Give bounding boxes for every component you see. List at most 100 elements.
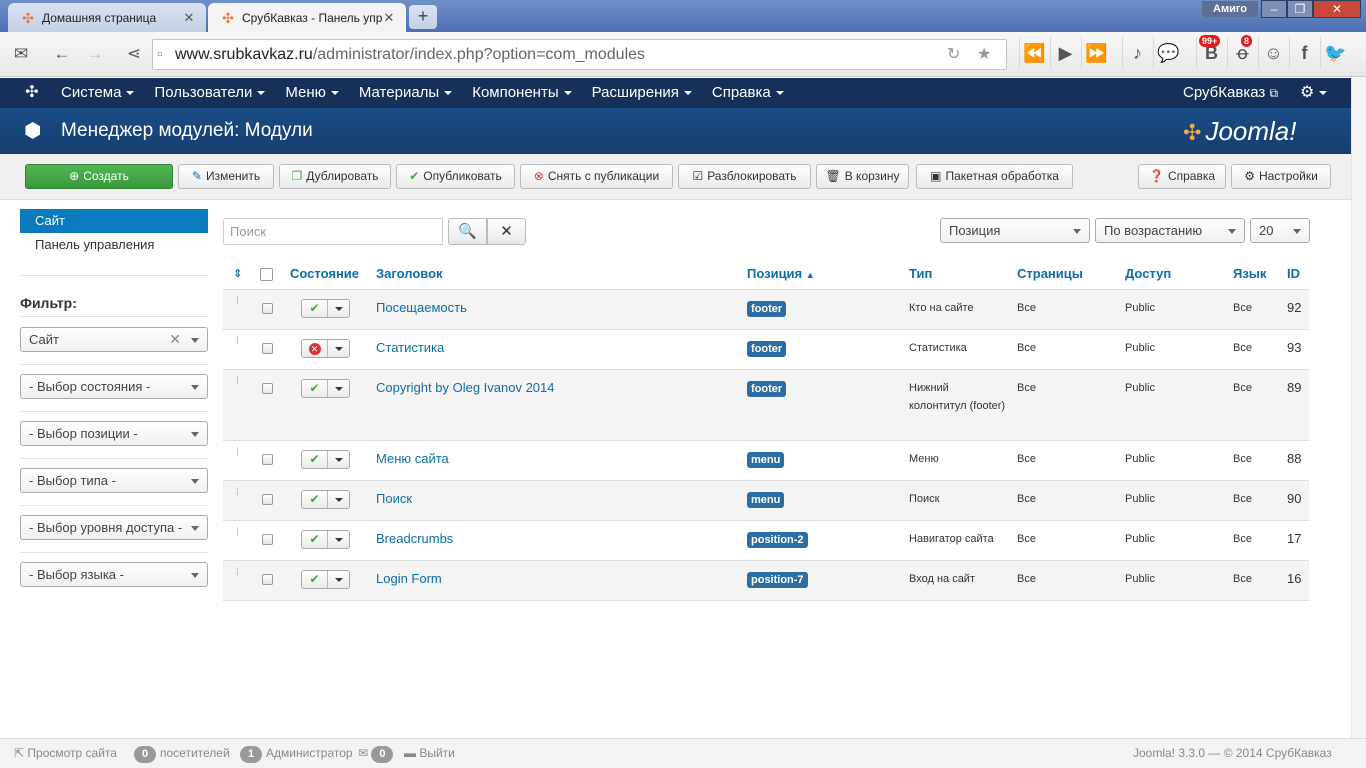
duplicate-button[interactable]: ❐ Дублировать: [279, 164, 391, 189]
published-check-icon[interactable]: ✔: [302, 380, 328, 397]
drag-handle-icon[interactable]: ⁞: [236, 297, 242, 307]
menu-users[interactable]: Пользователи: [144, 78, 275, 108]
checkin-button[interactable]: ☑ Разблокировать: [678, 164, 811, 189]
unpublished-icon[interactable]: ✕: [302, 340, 328, 357]
filter-type-select[interactable]: - Выбор типа -: [20, 468, 208, 493]
select-all-checkbox[interactable]: [260, 268, 273, 281]
trash-button[interactable]: 🗑 В корзину: [816, 164, 909, 189]
play-icon[interactable]: ▶: [1050, 37, 1080, 69]
published-check-icon[interactable]: ✔: [302, 451, 328, 468]
share-icon[interactable]: ⋖: [119, 39, 149, 69]
caret-down-icon[interactable]: [335, 458, 343, 462]
state-toggle[interactable]: ✔: [301, 450, 350, 469]
close-tab-icon[interactable]: ✕: [182, 10, 196, 26]
mail-icon[interactable]: ✉: [6, 39, 36, 69]
drag-handle-icon[interactable]: ⁞: [236, 528, 242, 538]
caret-down-icon[interactable]: [335, 387, 343, 391]
logout-link[interactable]: ▬ Выйти: [404, 739, 455, 767]
row-checkbox[interactable]: [262, 383, 273, 394]
module-title-link[interactable]: Меню сайта: [376, 441, 449, 468]
caret-down-icon[interactable]: [335, 538, 343, 542]
state-toggle[interactable]: ✔: [301, 299, 350, 318]
facebook-icon[interactable]: f: [1289, 37, 1319, 69]
caret-down-icon[interactable]: [335, 347, 343, 351]
published-check-icon[interactable]: ✔: [302, 571, 328, 588]
forward-arrow-icon[interactable]: →: [80, 39, 110, 69]
row-checkbox[interactable]: [262, 343, 273, 354]
batch-button[interactable]: ▣ Пакетная обработка: [916, 164, 1073, 189]
edit-button[interactable]: ✎ Изменить: [178, 164, 274, 189]
menu-extensions[interactable]: Расширения: [582, 78, 702, 108]
drag-handle-icon[interactable]: ⁞: [236, 448, 242, 458]
close-window-button[interactable]: ✕: [1313, 0, 1361, 18]
maximize-window-button[interactable]: ❐: [1287, 0, 1313, 18]
drag-handle-icon[interactable]: ⁞: [236, 377, 242, 387]
messages-counter[interactable]: ✉ 0: [358, 739, 397, 767]
row-checkbox[interactable]: [262, 303, 273, 314]
sort-direction-select[interactable]: По возрастанию: [1095, 218, 1245, 243]
back-arrow-icon[interactable]: ←: [47, 39, 77, 69]
col-state[interactable]: Состояние: [290, 259, 359, 289]
publish-button[interactable]: ✔ Опубликовать: [396, 164, 515, 189]
clear-search-button[interactable]: ✕: [487, 218, 526, 245]
browser-profile-label[interactable]: Амиго: [1202, 1, 1258, 17]
unpublish-button[interactable]: ⊗ Снять с публикации: [520, 164, 673, 189]
reload-icon[interactable]: ↻: [947, 40, 960, 69]
caret-down-icon[interactable]: [335, 307, 343, 311]
sidebar-item-admin-panel[interactable]: Панель управления: [20, 233, 208, 257]
clear-icon[interactable]: ✕: [169, 328, 181, 351]
site-link[interactable]: СрубКавказ ⧉: [1183, 78, 1278, 108]
joomla-logo-icon[interactable]: ✣: [22, 83, 42, 103]
drag-handle-icon[interactable]: ⁞: [236, 488, 242, 498]
col-access[interactable]: Доступ: [1125, 259, 1171, 289]
published-check-icon[interactable]: ✔: [302, 300, 328, 317]
row-checkbox[interactable]: [262, 534, 273, 545]
col-type[interactable]: Тип: [909, 259, 932, 289]
search-button[interactable]: 🔍: [448, 218, 487, 245]
music-note-icon[interactable]: ♪: [1122, 37, 1152, 69]
list-limit-select[interactable]: 20: [1250, 218, 1310, 243]
odnoklassniki-icon[interactable]: ꝋ8: [1227, 35, 1257, 69]
minimize-window-button[interactable]: –: [1261, 0, 1287, 18]
row-checkbox[interactable]: [262, 574, 273, 585]
menu-menus[interactable]: Меню: [275, 78, 349, 108]
twitter-icon[interactable]: 🐦: [1320, 37, 1350, 69]
filter-position-select[interactable]: - Выбор позиции -: [20, 421, 208, 446]
row-checkbox[interactable]: [262, 494, 273, 505]
state-toggle[interactable]: ✔: [301, 379, 350, 398]
menu-help[interactable]: Справка: [702, 78, 794, 108]
search-input[interactable]: Поиск: [223, 218, 443, 245]
drag-handle-icon[interactable]: ⁞: [236, 568, 242, 578]
module-title-link[interactable]: Copyright by Oleg Ivanov 2014: [376, 370, 555, 397]
menu-components[interactable]: Компоненты: [462, 78, 581, 108]
browser-tab-home[interactable]: ✣ Домашняя страница ✕: [8, 3, 206, 32]
filter-access-select[interactable]: - Выбор уровня доступа -: [20, 515, 208, 540]
module-title-link[interactable]: Посещаемость: [376, 290, 467, 317]
address-bar[interactable]: ▫ www.srubkavkaz.ru/administrator/index.…: [152, 39, 1007, 70]
new-tab-button[interactable]: +: [409, 5, 437, 29]
state-toggle[interactable]: ✔: [301, 570, 350, 589]
drag-handle-icon[interactable]: ⁞: [236, 337, 242, 347]
col-position[interactable]: Позиция ▲: [747, 259, 815, 290]
row-checkbox[interactable]: [262, 454, 273, 465]
bookmark-star-icon[interactable]: ★: [977, 40, 991, 69]
user-menu[interactable]: ⚙: [1300, 78, 1328, 108]
caret-down-icon[interactable]: [335, 498, 343, 502]
state-toggle[interactable]: ✕: [301, 339, 350, 358]
state-toggle[interactable]: ✔: [301, 490, 350, 509]
state-toggle[interactable]: ✔: [301, 530, 350, 549]
caret-down-icon[interactable]: [335, 578, 343, 582]
module-title-link[interactable]: Поиск: [376, 481, 412, 508]
module-title-link[interactable]: Статистика: [376, 330, 444, 357]
published-check-icon[interactable]: ✔: [302, 491, 328, 508]
col-pages[interactable]: Страницы: [1017, 259, 1083, 289]
filter-client-select[interactable]: Сайт ✕: [20, 327, 208, 352]
vk-icon[interactable]: B 99+: [1196, 35, 1226, 69]
published-check-icon[interactable]: ✔: [302, 531, 328, 548]
options-button[interactable]: ⚙ Настройки: [1231, 164, 1331, 189]
new-button[interactable]: ⊕ Создать: [25, 164, 173, 189]
fast-forward-icon[interactable]: ⏩: [1081, 37, 1111, 69]
col-language[interactable]: Язык: [1233, 259, 1266, 289]
help-button[interactable]: ❓ Справка: [1138, 164, 1226, 189]
vertical-scrollbar[interactable]: [1351, 78, 1366, 738]
